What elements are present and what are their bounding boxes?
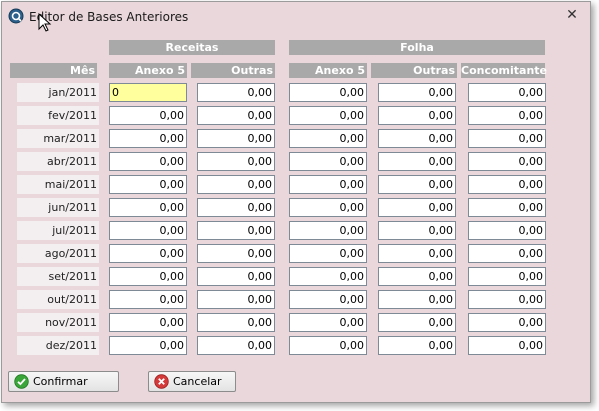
input-concomitante[interactable] xyxy=(468,152,546,171)
input-outras-folha[interactable] xyxy=(378,313,456,332)
input-outras-folha[interactable] xyxy=(378,106,456,125)
input-anexo5-folha[interactable] xyxy=(289,290,367,309)
input-outras-folha[interactable] xyxy=(378,336,456,355)
input-outras-folha[interactable] xyxy=(378,267,456,286)
input-outras-folha[interactable] xyxy=(378,290,456,309)
input-concomitante[interactable] xyxy=(468,129,546,148)
x-circle-icon xyxy=(154,374,169,389)
input-anexo5-folha[interactable] xyxy=(289,175,367,194)
input-anexo5-receitas[interactable] xyxy=(109,313,187,332)
input-outras-folha[interactable] xyxy=(378,152,456,171)
input-outras-folha[interactable] xyxy=(378,83,456,102)
input-anexo5-receitas[interactable] xyxy=(109,198,187,217)
column-header-mes: Mês xyxy=(10,63,97,78)
input-anexo5-folha[interactable] xyxy=(289,267,367,286)
input-outras-receitas[interactable] xyxy=(197,221,275,240)
cancel-button-label: Cancelar xyxy=(173,375,222,388)
input-outras-folha[interactable] xyxy=(378,244,456,263)
month-label: jan/2011 xyxy=(17,83,99,102)
column-header-anexo5-receitas: Anexo 5 xyxy=(109,63,187,78)
input-anexo5-receitas[interactable] xyxy=(109,244,187,263)
input-concomitante[interactable] xyxy=(468,198,546,217)
input-outras-folha[interactable] xyxy=(378,198,456,217)
month-label: dez/2011 xyxy=(17,336,99,355)
month-label: abr/2011 xyxy=(17,152,99,171)
input-anexo5-folha[interactable] xyxy=(289,198,367,217)
dialog-window: Editor de Bases Anteriores ✕ Receitas Fo… xyxy=(1,1,591,403)
month-label: ago/2011 xyxy=(17,244,99,263)
input-outras-receitas[interactable] xyxy=(197,198,275,217)
close-icon[interactable]: ✕ xyxy=(563,6,581,24)
column-header-concomitante: Concomitante xyxy=(461,63,548,78)
input-outras-folha[interactable] xyxy=(378,175,456,194)
month-label: mar/2011 xyxy=(17,129,99,148)
input-outras-receitas[interactable] xyxy=(197,290,275,309)
input-outras-receitas[interactable] xyxy=(197,267,275,286)
input-anexo5-folha[interactable] xyxy=(289,83,367,102)
group-header-receitas: Receitas xyxy=(109,40,275,55)
column-header-anexo5-folha: Anexo 5 xyxy=(289,63,367,78)
input-anexo5-folha[interactable] xyxy=(289,313,367,332)
column-header-outras-folha: Outras xyxy=(371,63,457,78)
input-anexo5-folha[interactable] xyxy=(289,336,367,355)
input-anexo5-receitas[interactable] xyxy=(109,129,187,148)
input-anexo5-receitas[interactable] xyxy=(109,83,187,102)
month-label: set/2011 xyxy=(17,267,99,286)
group-header-folha: Folha xyxy=(289,40,545,55)
input-outras-receitas[interactable] xyxy=(197,244,275,263)
input-concomitante[interactable] xyxy=(468,106,546,125)
input-outras-receitas[interactable] xyxy=(197,83,275,102)
input-concomitante[interactable] xyxy=(468,290,546,309)
confirm-button[interactable]: Confirmar xyxy=(8,371,119,392)
input-outras-receitas[interactable] xyxy=(197,175,275,194)
window-title: Editor de Bases Anteriores xyxy=(29,10,189,24)
input-anexo5-receitas[interactable] xyxy=(109,106,187,125)
month-label: mai/2011 xyxy=(17,175,99,194)
title-bar: Editor de Bases Anteriores ✕ xyxy=(2,2,590,30)
month-label: jul/2011 xyxy=(17,221,99,240)
input-concomitante[interactable] xyxy=(468,175,546,194)
input-anexo5-receitas[interactable] xyxy=(109,290,187,309)
input-anexo5-receitas[interactable] xyxy=(109,267,187,286)
month-label: nov/2011 xyxy=(17,313,99,332)
input-outras-receitas[interactable] xyxy=(197,129,275,148)
input-anexo5-folha[interactable] xyxy=(289,129,367,148)
cancel-button[interactable]: Cancelar xyxy=(148,371,236,392)
mouse-pointer-icon xyxy=(38,13,52,32)
input-anexo5-folha[interactable] xyxy=(289,221,367,240)
month-label: out/2011 xyxy=(17,290,99,309)
check-circle-icon xyxy=(14,374,29,389)
column-header-outras-receitas: Outras xyxy=(191,63,275,78)
input-outras-receitas[interactable] xyxy=(197,152,275,171)
input-anexo5-folha[interactable] xyxy=(289,152,367,171)
input-outras-receitas[interactable] xyxy=(197,106,275,125)
input-anexo5-receitas[interactable] xyxy=(109,175,187,194)
input-anexo5-receitas[interactable] xyxy=(109,152,187,171)
input-concomitante[interactable] xyxy=(468,267,546,286)
input-outras-receitas[interactable] xyxy=(197,336,275,355)
app-icon xyxy=(8,8,24,24)
input-anexo5-receitas[interactable] xyxy=(109,336,187,355)
input-concomitante[interactable] xyxy=(468,313,546,332)
confirm-button-label: Confirmar xyxy=(33,375,88,388)
input-anexo5-folha[interactable] xyxy=(289,106,367,125)
input-anexo5-folha[interactable] xyxy=(289,244,367,263)
month-label: fev/2011 xyxy=(17,106,99,125)
input-concomitante[interactable] xyxy=(468,244,546,263)
input-concomitante[interactable] xyxy=(468,221,546,240)
input-concomitante[interactable] xyxy=(468,336,546,355)
input-outras-receitas[interactable] xyxy=(197,313,275,332)
input-anexo5-receitas[interactable] xyxy=(109,221,187,240)
input-concomitante[interactable] xyxy=(468,83,546,102)
month-label: jun/2011 xyxy=(17,198,99,217)
input-outras-folha[interactable] xyxy=(378,221,456,240)
input-outras-folha[interactable] xyxy=(378,129,456,148)
